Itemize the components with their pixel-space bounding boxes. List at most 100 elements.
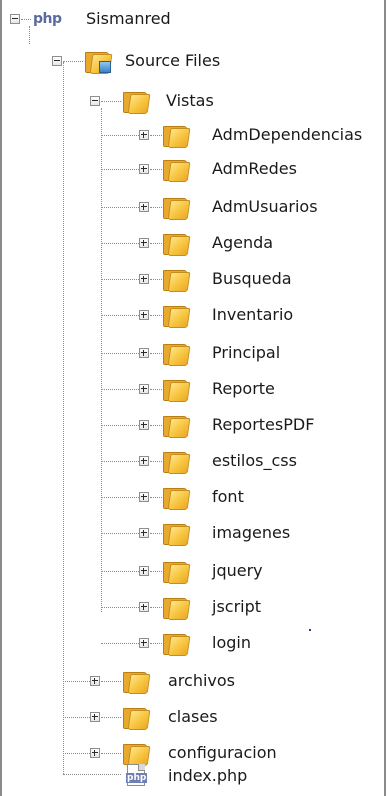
folder-label: AdmDependencias [212,125,363,144]
tree-connector [150,643,162,644]
folder-label: ReportesPDF [212,415,315,434]
tree-connector [150,497,162,498]
tree-connector [101,207,139,208]
tree-connector [150,461,162,462]
expand-toggle[interactable] [90,676,100,686]
expand-toggle[interactable] [139,602,149,612]
tree-node-vistas[interactable]: Vistas [2,84,384,118]
folder-label: AdmUsuarios [212,197,318,216]
tree-node-folder[interactable]: Agenda [2,226,384,260]
tree-node-folder[interactable]: imagenes [2,516,384,550]
tree-connector [101,425,139,426]
expand-toggle[interactable] [139,348,149,358]
expand-toggle[interactable] [139,492,149,502]
folder-label: imagenes [212,523,291,542]
folder-icon [163,559,191,584]
stray-dot [309,629,311,631]
folder-label: Reporte [212,379,275,398]
expand-toggle[interactable] [139,130,149,140]
tree-connector [150,607,162,608]
expand-toggle[interactable] [139,384,149,394]
tree-connector [101,753,121,754]
folder-icon [163,521,191,546]
tree-node-folder[interactable]: estilos_css [2,444,384,478]
folder-label: Principal [212,343,281,362]
expand-toggle[interactable] [139,274,149,284]
tree-node-folder[interactable]: Principal [2,336,384,370]
folder-icon [163,595,191,620]
project-label: Sismanred [86,9,171,28]
php-file-tag: php [126,773,148,783]
tree-node-folder[interactable]: login [2,626,384,660]
tree-connector [101,607,139,608]
tree-connector [63,61,83,62]
tree-connector [101,571,139,572]
collapse-toggle[interactable] [52,56,62,66]
tree-connector [150,353,162,354]
tree-node-folder[interactable]: archivos [2,664,384,698]
folder-label: font [212,487,244,506]
tree-node-folder[interactable]: Reporte [2,372,384,406]
tree-connector [150,135,162,136]
collapse-toggle[interactable] [90,96,100,106]
folder-icon [163,123,191,148]
expand-toggle[interactable] [139,456,149,466]
folder-icon [163,341,191,366]
tree-connector [101,643,139,644]
expand-toggle[interactable] [139,164,149,174]
tree-node-project[interactable]: php Sismanred [2,2,384,36]
expand-toggle[interactable] [90,748,100,758]
tree-node-source-files[interactable]: Source Files [2,44,384,78]
folder-label: AdmRedes [212,159,297,178]
folder-icon [163,157,191,182]
tree-connector [101,101,121,102]
expand-toggle[interactable] [90,712,100,722]
vistas-label: Vistas [166,91,214,110]
folder-icon [163,631,191,656]
tree-connector [101,169,139,170]
tree-connector [63,753,90,754]
folder-icon [163,413,191,438]
expand-toggle[interactable] [139,566,149,576]
folder-label: clases [168,707,218,726]
expand-toggle[interactable] [139,528,149,538]
tree-connector [101,135,139,136]
expand-toggle[interactable] [139,238,149,248]
tree-node-folder[interactable]: jquery [2,554,384,588]
expand-toggle[interactable] [139,638,149,648]
folder-icon [163,267,191,292]
tree-node-file[interactable]: php index.php [2,762,384,796]
tree-connector [101,243,139,244]
tree-connector [63,681,90,682]
tree-connector [101,315,139,316]
tree-node-folder[interactable]: jscript [2,590,384,624]
folder-label: estilos_css [212,451,297,470]
tree-connector [63,717,90,718]
tree-node-folder[interactable]: clases [2,700,384,734]
tree-connector [101,353,139,354]
tree-node-folder[interactable]: AdmRedes [2,152,384,186]
php-file-icon: php [126,764,148,786]
tree-connector [150,207,162,208]
expand-toggle[interactable] [139,420,149,430]
tree-node-folder[interactable]: AdmUsuarios [2,190,384,224]
folder-label: login [212,633,251,652]
folder-label: archivos [168,671,236,690]
folder-icon [163,231,191,256]
tree-connector [150,425,162,426]
tree-connector [21,19,31,20]
tree-node-folder[interactable]: AdmDependencias [2,118,384,152]
tree-node-folder[interactable]: Busqueda [2,262,384,296]
tree-connector [150,533,162,534]
tree-node-folder[interactable]: Inventario [2,298,384,332]
tree-connector [101,533,139,534]
tree-node-folder[interactable]: font [2,480,384,514]
expand-toggle[interactable] [139,310,149,320]
collapse-toggle[interactable] [10,14,20,24]
folder-label: Inventario [212,305,294,324]
folder-icon [163,195,191,220]
tree-connector [101,279,139,280]
tree-node-folder[interactable]: ReportesPDF [2,408,384,442]
expand-toggle[interactable] [139,202,149,212]
folder-label: jquery [212,561,263,580]
